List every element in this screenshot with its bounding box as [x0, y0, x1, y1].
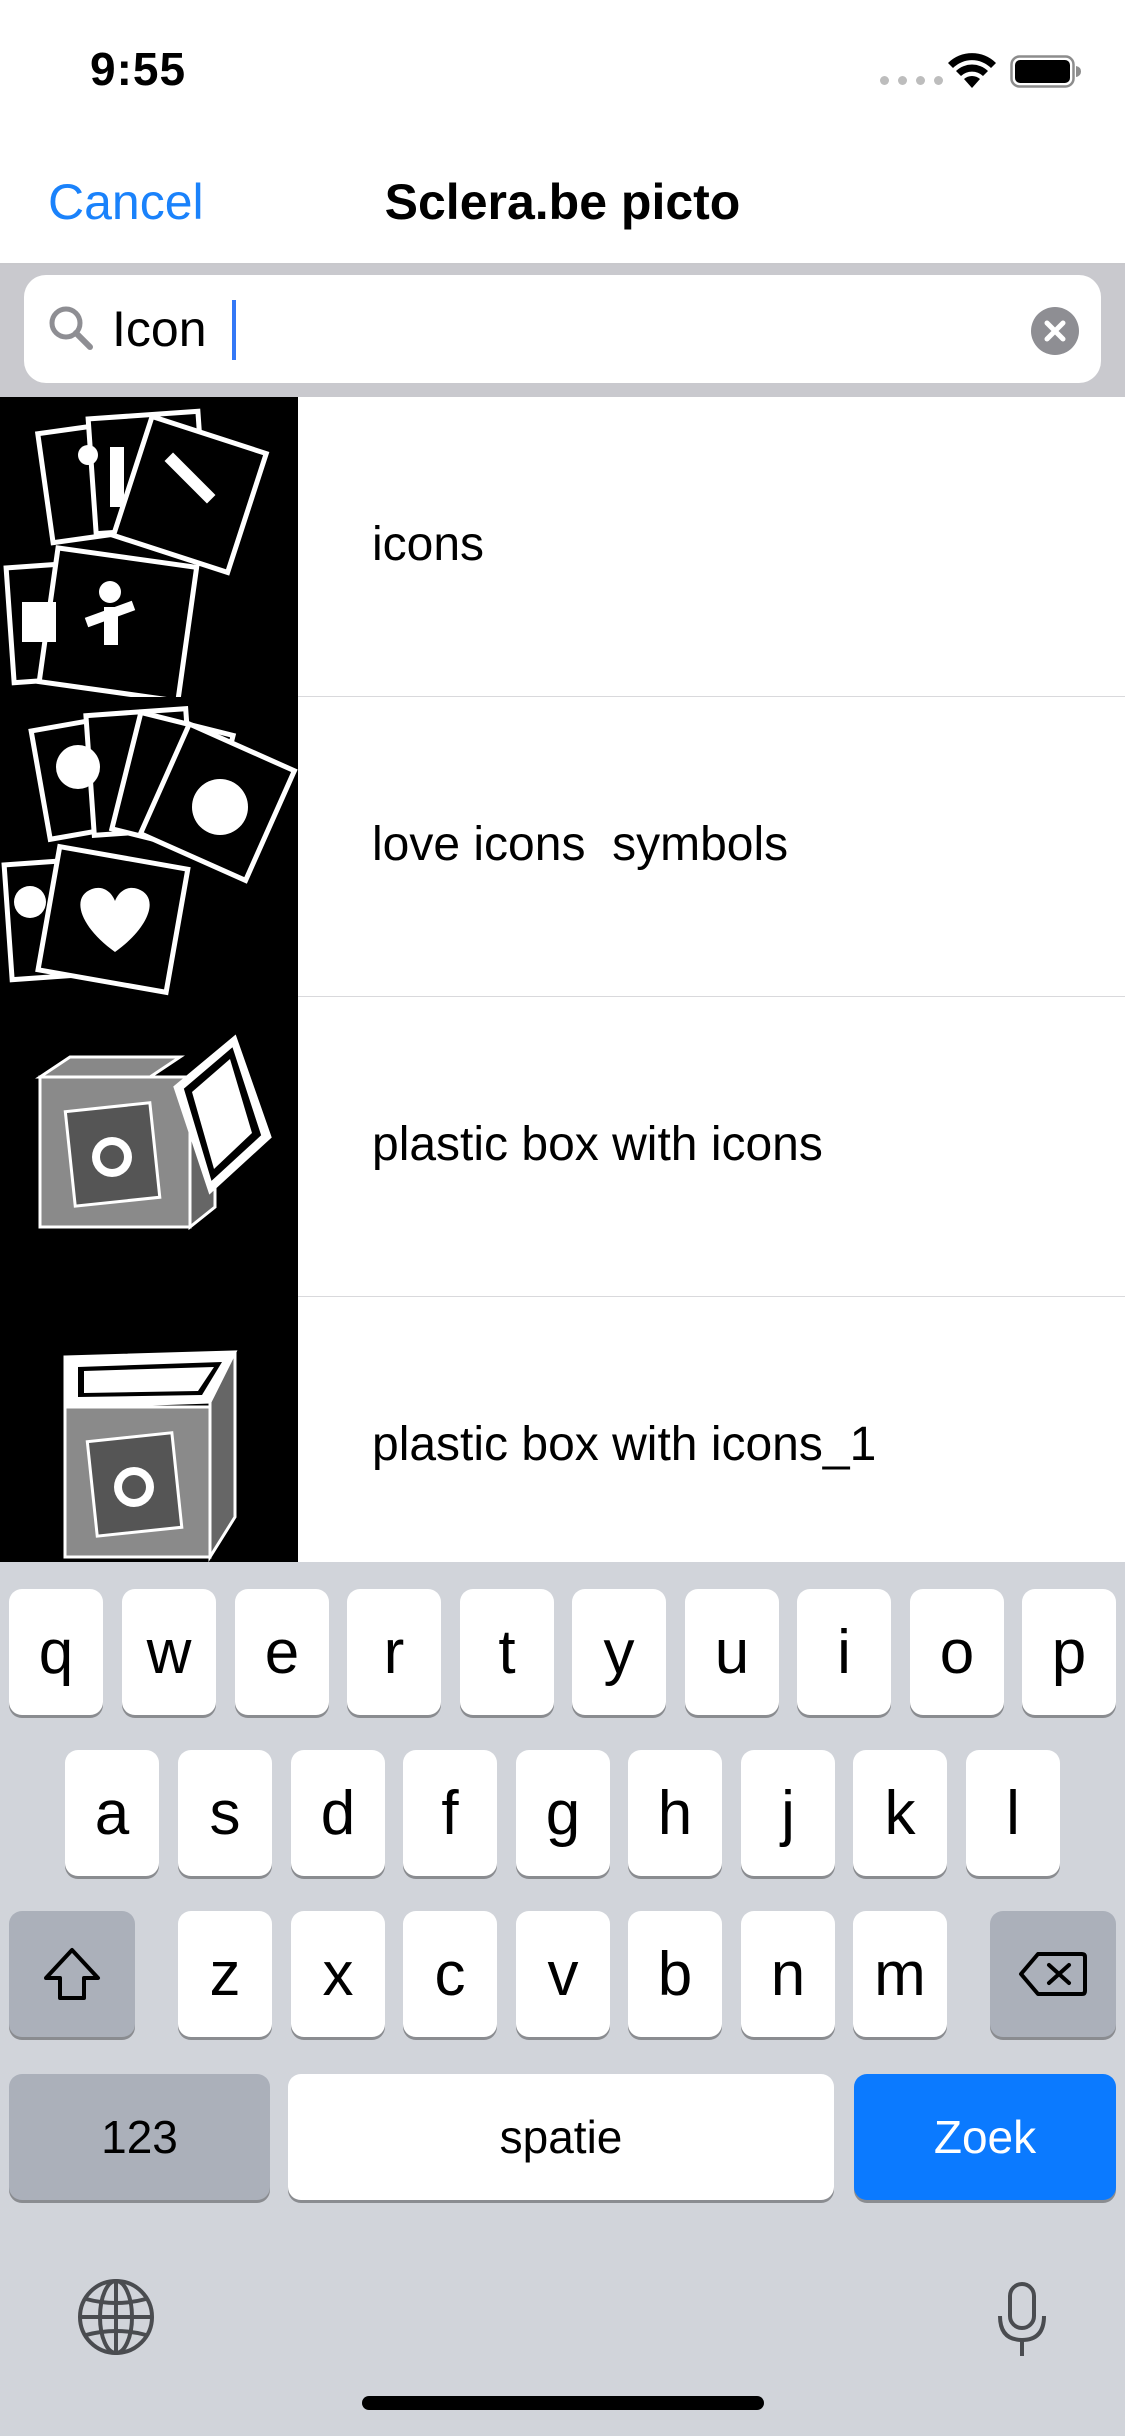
text-cursor [232, 300, 236, 360]
key-i[interactable]: i [797, 1589, 891, 1715]
love-symbols-pictogram [1, 705, 298, 996]
list-item-label: icons [372, 518, 485, 571]
key-q[interactable]: q [9, 1589, 103, 1715]
status-bar: 9:55 [0, 0, 1125, 135]
list-item[interactable]: plastic box with icons_1 [0, 1297, 1125, 1562]
key-t[interactable]: t [460, 1589, 554, 1715]
delete-key[interactable] [990, 1911, 1116, 2037]
pictogram-thumbnail [0, 1297, 298, 1562]
key-m[interactable]: m [853, 1911, 947, 2037]
list-item[interactable]: love icons symbols [0, 697, 1125, 997]
key-r[interactable]: r [347, 1589, 441, 1715]
numbers-key[interactable]: 123 [9, 2074, 270, 2200]
globe-icon[interactable] [76, 2277, 156, 2357]
pictogram-thumbnail [0, 397, 298, 704]
list-item-label: plastic box with icons_1 [372, 1418, 877, 1471]
clear-text-button[interactable] [1031, 307, 1079, 355]
list-item-label: plastic box with icons [372, 1118, 823, 1171]
pictogram-thumbnail [0, 997, 298, 1297]
key-o[interactable]: o [910, 1589, 1004, 1715]
list-item-label: love icons symbols [372, 818, 789, 871]
key-k[interactable]: k [853, 1750, 947, 1876]
key-a[interactable]: a [65, 1750, 159, 1876]
search-return-key[interactable]: Zoek [854, 2074, 1116, 2200]
list-item[interactable]: plastic box with icons [0, 997, 1125, 1297]
search-field[interactable] [24, 275, 1101, 383]
key-s[interactable]: s [178, 1750, 272, 1876]
plastic-box-open-pictogram [35, 1034, 272, 1231]
key-u[interactable]: u [685, 1589, 779, 1715]
key-w[interactable]: w [122, 1589, 216, 1715]
key-z[interactable]: z [178, 1911, 272, 2037]
key-b[interactable]: b [628, 1911, 722, 2037]
key-x[interactable]: x [291, 1911, 385, 2037]
key-v[interactable]: v [516, 1911, 610, 2037]
home-indicator[interactable] [362, 2396, 764, 2410]
cellular-signal-icon [880, 76, 943, 85]
key-e[interactable]: e [235, 1589, 329, 1715]
key-f[interactable]: f [403, 1750, 497, 1876]
key-n[interactable]: n [741, 1911, 835, 2037]
key-y[interactable]: y [572, 1589, 666, 1715]
microphone-icon[interactable] [992, 2280, 1052, 2360]
key-j[interactable]: j [741, 1750, 835, 1876]
key-h[interactable]: h [628, 1750, 722, 1876]
status-time: 9:55 [90, 43, 187, 95]
key-g[interactable]: g [516, 1750, 610, 1876]
navigation-bar: Sclera.be picto Cancel [0, 135, 1125, 265]
key-c[interactable]: c [403, 1911, 497, 2037]
space-key[interactable]: spatie [288, 2074, 834, 2200]
pictogram-thumbnail [0, 697, 298, 997]
cancel-button[interactable]: Cancel [48, 173, 204, 231]
shift-key[interactable] [9, 1911, 135, 2037]
search-icon [49, 306, 93, 350]
list-item[interactable]: icons [0, 397, 1125, 704]
search-input[interactable] [112, 293, 1012, 365]
key-d[interactable]: d [291, 1750, 385, 1876]
plastic-box-closed-pictogram [63, 1350, 238, 1562]
wifi-icon [948, 53, 996, 88]
search-bar [0, 265, 1125, 397]
on-screen-keyboard: q w e r t y u i o p a s d f g h j k l z … [0, 1562, 1125, 2436]
icons-collage-pictogram [3, 408, 270, 704]
key-l[interactable]: l [966, 1750, 1060, 1876]
shift-icon [44, 1948, 100, 2000]
clear-circle-icon [1044, 320, 1066, 342]
key-p[interactable]: p [1022, 1589, 1116, 1715]
battery-icon [1010, 55, 1081, 88]
results-list: icons love icons symbols plastic box wit… [0, 397, 1125, 1562]
delete-icon [1019, 1952, 1087, 1996]
